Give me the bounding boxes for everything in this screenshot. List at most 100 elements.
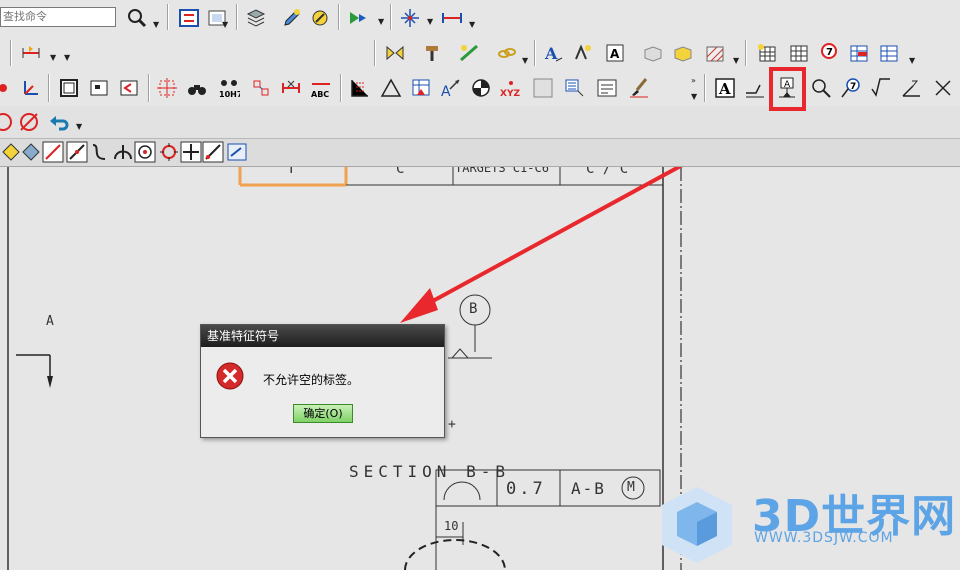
- selection-filter-icon[interactable]: [345, 5, 371, 31]
- toolbar-separator: [236, 4, 238, 30]
- chevron-down-icon[interactable]: ▼: [378, 17, 384, 26]
- hatch-icon[interactable]: [702, 40, 728, 66]
- snap-settings-icon[interactable]: [224, 139, 250, 165]
- projected-view-icon[interactable]: [116, 75, 142, 101]
- hammer-tool-icon[interactable]: [420, 40, 446, 66]
- svg-text:A: A: [718, 80, 731, 98]
- chevron-down-icon[interactable]: ▼: [50, 53, 56, 62]
- text-edit-icon[interactable]: [570, 40, 596, 66]
- grid-snap-icon[interactable]: [397, 5, 423, 31]
- binoculars-icon[interactable]: [184, 75, 210, 101]
- solid-block-icon[interactable]: [670, 40, 696, 66]
- command-search-input[interactable]: [0, 7, 116, 27]
- section-arrow-label: A: [46, 314, 54, 329]
- triangle-icon[interactable]: [378, 75, 404, 101]
- zoom-icon[interactable]: [808, 75, 834, 101]
- note-text-icon[interactable]: A: [712, 75, 738, 101]
- delete-sketch-icon[interactable]: [16, 109, 42, 135]
- chevron-down-icon[interactable]: ▼: [733, 56, 739, 65]
- circle-sketch-icon[interactable]: [0, 109, 16, 135]
- view-frame-icon[interactable]: [56, 75, 82, 101]
- snap-center-icon[interactable]: [132, 139, 158, 165]
- fcf-modifier: M: [627, 480, 635, 495]
- svg-text:7: 7: [850, 82, 856, 92]
- layers-icon[interactable]: [243, 5, 269, 31]
- coordinate-system-icon[interactable]: [18, 75, 44, 101]
- chevron-down-icon[interactable]: ▼: [222, 20, 228, 29]
- snap-nearest-icon[interactable]: [200, 139, 226, 165]
- id-symbol-icon[interactable]: 7: [838, 75, 864, 101]
- dimension-text-icon[interactable]: ABC: [308, 75, 334, 101]
- fit-view-icon[interactable]: [176, 5, 202, 31]
- surface-finish-icon[interactable]: [742, 75, 768, 101]
- toolbar-separator: [167, 4, 169, 30]
- svg-text:A: A: [610, 47, 620, 61]
- sketch-icon[interactable]: [0, 75, 16, 101]
- table-cell-4: C / C: [586, 167, 629, 177]
- grid-dimension-icon[interactable]: [248, 75, 274, 101]
- snap-curve-icon[interactable]: [86, 139, 112, 165]
- dialog-title: 基准特征符号: [201, 325, 444, 347]
- tool-highlight-box: [769, 67, 806, 111]
- fit-tolerance-icon[interactable]: 10H7: [216, 75, 242, 101]
- base-view-icon[interactable]: [86, 75, 112, 101]
- table-icon[interactable]: [786, 40, 812, 66]
- chevron-down-icon[interactable]: ▼: [909, 56, 915, 65]
- toolbar-separator: [10, 40, 12, 66]
- chevron-down-icon[interactable]: ▼: [522, 56, 528, 65]
- toolbar-row-1: ▼ ▼ ▼ ▼ ▼: [0, 0, 960, 37]
- table-format-icon[interactable]: [876, 40, 902, 66]
- symbol-table-icon[interactable]: [408, 75, 434, 101]
- measure-distance-icon[interactable]: [439, 5, 465, 31]
- svg-text:ABC: ABC: [311, 90, 329, 99]
- balloon-icon[interactable]: 7: [816, 40, 842, 66]
- fcf-datum: A-B: [571, 479, 606, 498]
- svg-text:10H7: 10H7: [219, 90, 240, 99]
- ok-button[interactable]: 确定(O): [293, 404, 353, 423]
- xyz-coordinate-icon[interactable]: XYZ: [498, 75, 524, 101]
- leader-text-icon[interactable]: A: [438, 75, 464, 101]
- trim-icon[interactable]: [456, 40, 482, 66]
- svg-text:A: A: [544, 44, 558, 63]
- chevron-down-icon[interactable]: ▼: [469, 20, 475, 29]
- toolbar-row-2: ▼ ▼ ▼ A A ▼ 7 ▼: [0, 36, 960, 71]
- edit-object-icon[interactable]: [279, 5, 305, 31]
- chevron-down-icon[interactable]: ▼: [153, 20, 159, 29]
- undo-icon[interactable]: [46, 109, 72, 135]
- table-wizard-icon[interactable]: [754, 40, 780, 66]
- ordinate-dimension-icon[interactable]: [346, 75, 372, 101]
- weld-symbol-icon[interactable]: [868, 75, 894, 101]
- display-edit-icon[interactable]: [307, 5, 333, 31]
- table-cell-3: TARGETS C1-C6: [455, 167, 549, 175]
- chain-link-icon[interactable]: [494, 40, 520, 66]
- note-icon[interactable]: A: [602, 40, 628, 66]
- toolbar-row-3: 10H7 ABC A XYZ » ▼ A A 7: [0, 70, 960, 107]
- close-icon[interactable]: [930, 75, 956, 101]
- dialog-message: 不允许空的标签。: [263, 373, 360, 387]
- text-box-icon[interactable]: [594, 75, 620, 101]
- toolbar-separator: [745, 40, 747, 66]
- snap-line-icon[interactable]: [40, 139, 66, 165]
- chevron-right-icon[interactable]: »: [691, 76, 696, 85]
- dimension-style-icon[interactable]: [18, 40, 44, 66]
- list-leader-icon[interactable]: [562, 75, 588, 101]
- parts-list-icon[interactable]: [846, 40, 872, 66]
- chevron-down-icon[interactable]: ▼: [76, 122, 82, 131]
- chevron-down-icon[interactable]: ▼: [691, 92, 697, 101]
- toolbar-separator: [48, 74, 50, 102]
- block-icon[interactable]: [640, 40, 666, 66]
- dimension-value: 10: [444, 519, 459, 533]
- brush-icon[interactable]: [626, 75, 652, 101]
- table-cell-2: C: [396, 167, 405, 177]
- blank-box-icon[interactable]: [530, 75, 556, 101]
- text-style-icon[interactable]: A: [540, 40, 566, 66]
- target-point-icon[interactable]: [898, 75, 924, 101]
- error-dialog: 基准特征符号 不允许空的标签。 确定(O): [200, 324, 445, 438]
- chevron-down-icon[interactable]: ▼: [64, 53, 70, 62]
- chevron-down-icon[interactable]: ▼: [427, 17, 433, 26]
- find-command-icon[interactable]: [124, 5, 150, 31]
- mirror-icon[interactable]: [382, 40, 408, 66]
- center-of-gravity-icon[interactable]: [468, 75, 494, 101]
- chamfer-dimension-icon[interactable]: [278, 75, 304, 101]
- center-mark-icon[interactable]: [154, 75, 180, 101]
